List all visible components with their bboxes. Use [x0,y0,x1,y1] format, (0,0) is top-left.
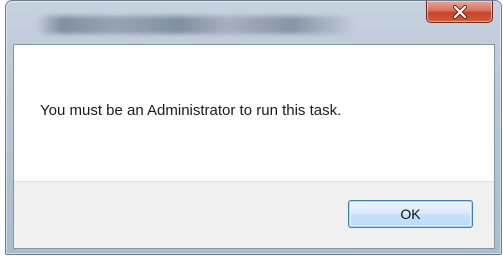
title-bar[interactable] [6,1,501,44]
message-area: You must be an Administrator to run this… [14,45,494,181]
dialog-window: You must be an Administrator to run this… [0,0,503,256]
button-strip: OK [14,181,494,248]
ok-button[interactable]: OK [348,200,473,228]
close-button[interactable] [426,1,493,23]
close-icon [452,4,467,19]
dialog-body: You must be an Administrator to run this… [13,44,495,249]
blurred-title [36,16,356,34]
message-text: You must be an Administrator to run this… [40,102,342,119]
